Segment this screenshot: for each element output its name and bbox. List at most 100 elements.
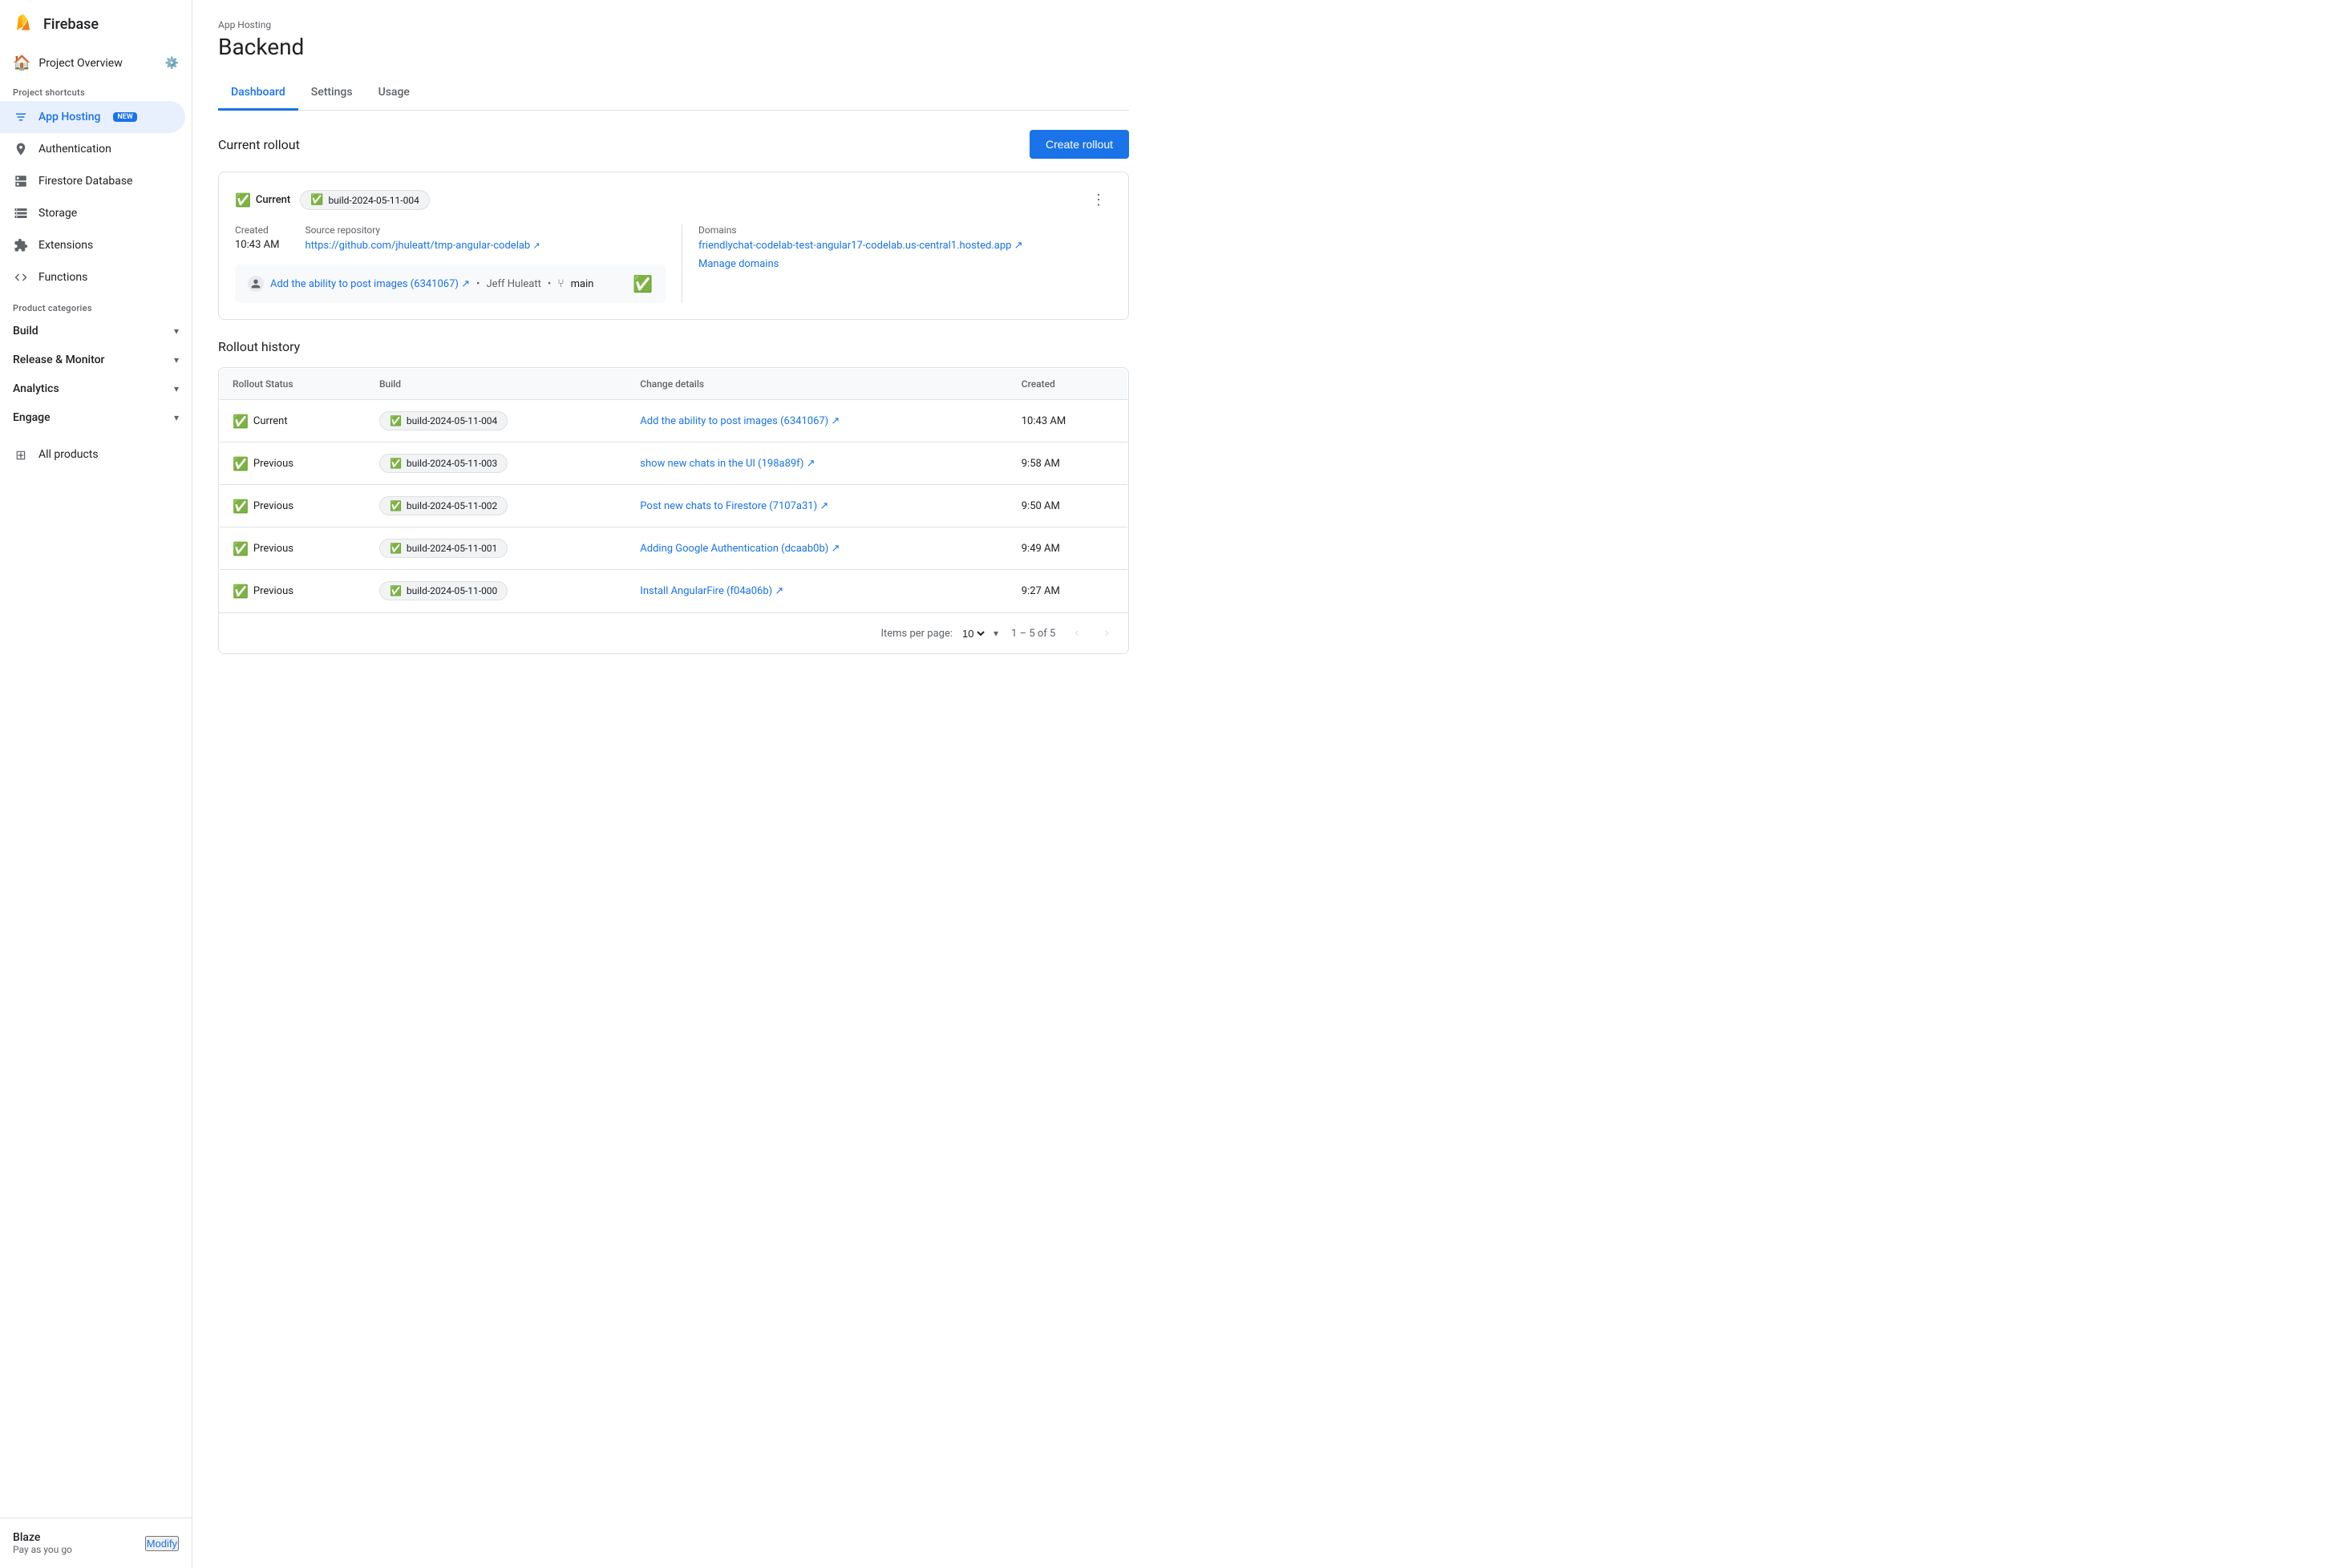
card-right-section: Domains friendlychat-codelab-test-angula… — [682, 224, 1112, 303]
row-status-label-4: Previous — [253, 585, 293, 597]
cell-status-2: ✅ Previous — [220, 485, 366, 527]
source-repo-label: Source repository — [305, 224, 540, 236]
functions-icon — [13, 269, 29, 285]
storage-icon — [13, 205, 29, 221]
current-rollout-card: ✅ Current ✅ build-2024-05-11-004 ⋮ Creat… — [218, 172, 1129, 320]
table-build-id-4: build-2024-05-11-000 — [407, 585, 497, 596]
commit-author: Jeff Huleatt — [486, 278, 540, 290]
row-check-icon-2: ✅ — [233, 499, 249, 514]
branch-icon: ⑂ — [557, 277, 564, 290]
commit-message: Add the ability to post images (6341067)… — [270, 278, 470, 290]
build-label: Build — [13, 325, 38, 337]
row-status-label-0: Current — [253, 415, 288, 427]
change-link-4[interactable]: Install AngularFire (f04a06b) ↗ — [640, 585, 783, 597]
row-status-label-1: Previous — [253, 458, 293, 470]
modify-button[interactable]: Modify — [145, 1536, 179, 1551]
project-overview-row[interactable]: 🏠 Project Overview ⚙️ — [0, 48, 192, 78]
cell-status-3: ✅ Previous — [220, 527, 366, 570]
created-value: 10:43 AM — [235, 239, 279, 251]
sidebar-item-all-products[interactable]: ⊞ All products — [0, 438, 185, 471]
app-title: Firebase — [43, 16, 99, 33]
prev-page-button[interactable]: ‹ — [1068, 623, 1085, 644]
commit-link[interactable]: Add the ability to post images (6341067)… — [270, 278, 470, 290]
extensions-label: Extensions — [38, 239, 93, 252]
tab-dashboard[interactable]: Dashboard — [218, 76, 298, 111]
main-content-area: App Hosting Backend Dashboard Settings U… — [192, 0, 2327, 1568]
new-badge: NEW — [113, 112, 136, 122]
toolbar-row: Current rollout Create rollout — [218, 130, 1129, 159]
table-build-id-3: build-2024-05-11-001 — [407, 543, 497, 554]
domain-link[interactable]: friendlychat-codelab-test-angular17-code… — [698, 240, 1023, 252]
row-check-icon-1: ✅ — [233, 456, 249, 471]
release-monitor-chevron-icon: ▾ — [174, 354, 179, 366]
settings-icon[interactable]: ⚙️ — [165, 57, 179, 70]
all-products-icon: ⊞ — [13, 447, 29, 463]
project-overview-inner: 🏠 Project Overview — [13, 55, 123, 71]
table-footer: Items per page: 10 25 50 ▾ 1 – 5 of 5 ‹ … — [219, 612, 1128, 653]
change-link-1[interactable]: show new chats in the UI (198a89f) ↗ — [640, 458, 815, 470]
table-row: ✅ Previous ✅ build-2024-05-11-001 Adding… — [220, 527, 1128, 570]
table-row: ✅ Previous ✅ build-2024-05-11-000 Instal… — [220, 570, 1128, 612]
created-section: Created 10:43 AM — [235, 224, 279, 252]
rollout-history-container: Rollout Status Build Change details Crea… — [218, 367, 1129, 654]
tab-usage[interactable]: Usage — [366, 76, 423, 111]
sidebar-item-storage[interactable]: Storage — [0, 197, 185, 229]
table-build-id-0: build-2024-05-11-004 — [407, 415, 497, 426]
cell-status-1: ✅ Previous — [220, 443, 366, 485]
col-build: Build — [366, 369, 627, 400]
table-row: ✅ Current ✅ build-2024-05-11-004 Add the… — [220, 400, 1128, 443]
cell-change-1: show new chats in the UI (198a89f) ↗ — [627, 443, 1008, 485]
manage-domains-link[interactable]: Manage domains — [698, 258, 1112, 270]
items-per-page-select[interactable]: 10 25 50 — [959, 627, 987, 641]
commit-row: Add the ability to post images (6341067)… — [235, 265, 666, 303]
current-rollout-title: Current rollout — [218, 137, 300, 152]
build-chevron-icon: ▾ — [174, 325, 179, 337]
plan-name: Blaze — [13, 1531, 72, 1544]
commit-success-icon: ✅ — [633, 274, 653, 293]
cell-change-0: Add the ability to post images (6341067)… — [627, 400, 1008, 443]
domain-url: friendlychat-codelab-test-angular17-code… — [698, 240, 1011, 252]
category-build[interactable]: Build ▾ — [0, 317, 192, 346]
sidebar-item-authentication[interactable]: Authentication — [0, 133, 185, 165]
more-options-button[interactable]: ⋮ — [1085, 188, 1112, 212]
table-row: ✅ Previous ✅ build-2024-05-11-002 Post n… — [220, 485, 1128, 527]
commit-separator2: • — [548, 278, 551, 290]
category-release-monitor[interactable]: Release & Monitor ▾ — [0, 346, 192, 374]
create-rollout-button[interactable]: Create rollout — [1030, 130, 1129, 159]
cell-created-0: 10:43 AM — [1009, 400, 1128, 443]
engage-chevron-icon: ▾ — [174, 412, 179, 423]
table-build-id-1: build-2024-05-11-003 — [407, 458, 497, 469]
table-build-badge-2: ✅ build-2024-05-11-002 — [379, 496, 508, 515]
table-header-row: Rollout Status Build Change details Crea… — [220, 369, 1128, 400]
change-link-2[interactable]: Post new chats to Firestore (7107a31) ↗ — [640, 500, 828, 512]
all-products-label: All products — [38, 448, 99, 461]
page-title: Backend — [218, 34, 1129, 60]
app-hosting-label: App Hosting — [38, 111, 100, 123]
change-link-3[interactable]: Adding Google Authentication (dcaab0b) ↗ — [640, 543, 840, 555]
row-check-icon-0: ✅ — [233, 414, 249, 429]
category-analytics[interactable]: Analytics ▾ — [0, 374, 192, 403]
rollout-status-2: ✅ Previous — [233, 499, 354, 514]
sidebar-item-app-hosting[interactable]: App Hosting NEW — [0, 101, 185, 133]
next-page-button[interactable]: › — [1099, 623, 1115, 644]
authentication-icon — [13, 141, 29, 157]
plan-info: Blaze Pay as you go — [13, 1531, 72, 1555]
sidebar-item-firestore[interactable]: Firestore Database — [0, 165, 185, 197]
current-status-label: Current — [256, 194, 290, 206]
category-engage[interactable]: Engage ▾ — [0, 403, 192, 432]
sidebar-item-extensions[interactable]: Extensions — [0, 229, 185, 261]
change-link-0[interactable]: Add the ability to post images (6341067)… — [640, 415, 840, 427]
row-check-icon-4: ✅ — [233, 584, 249, 599]
col-change-details: Change details — [627, 369, 1008, 400]
sidebar-item-functions[interactable]: Functions — [0, 261, 185, 293]
source-repo-url: https://github.com/jhuleatt/tmp-angular-… — [305, 240, 530, 252]
sidebar: Firebase 🏠 Project Overview ⚙️ Project s… — [0, 0, 192, 1568]
analytics-label: Analytics — [13, 382, 59, 395]
tab-settings[interactable]: Settings — [298, 76, 366, 111]
source-repo-link[interactable]: https://github.com/jhuleatt/tmp-angular-… — [305, 240, 540, 252]
items-per-page-label: Items per page: — [880, 628, 953, 640]
rollout-history-title: Rollout history — [218, 339, 1129, 354]
cell-change-4: Install AngularFire (f04a06b) ↗ — [627, 570, 1008, 612]
cell-created-1: 9:58 AM — [1009, 443, 1128, 485]
col-created: Created — [1009, 369, 1128, 400]
